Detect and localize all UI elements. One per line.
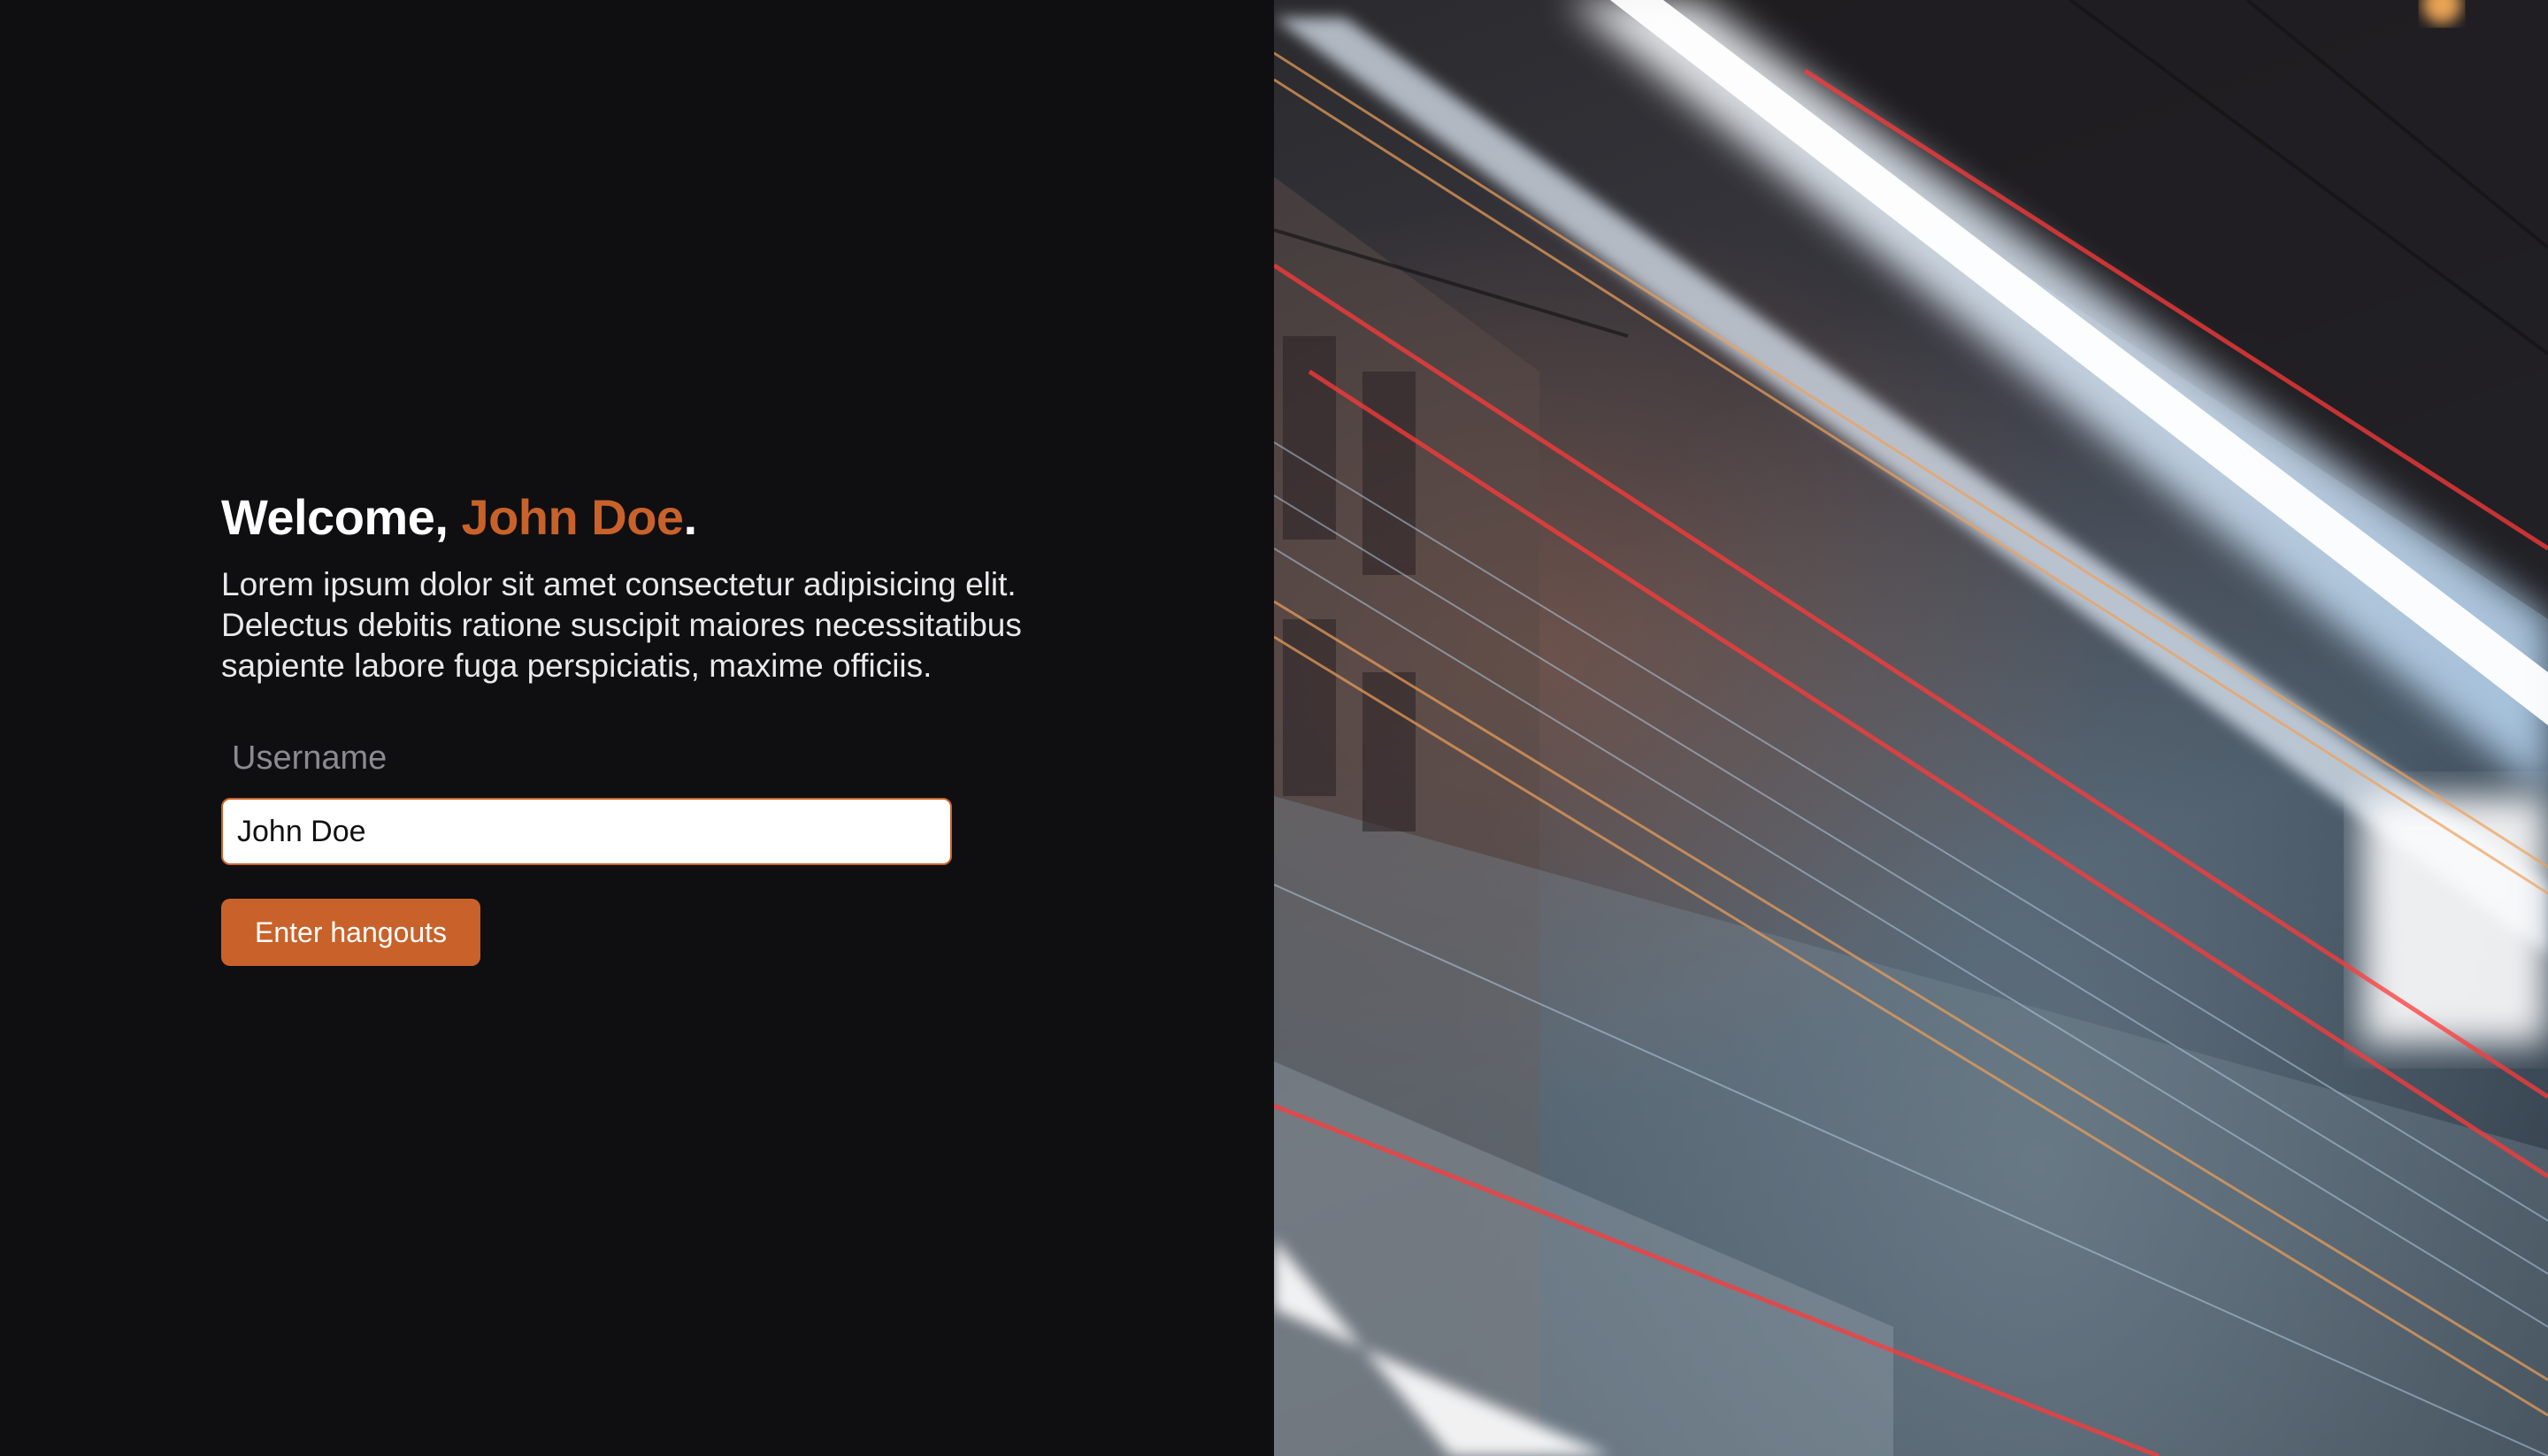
light-trails-image — [1274, 0, 2548, 1456]
login-page: Welcome, John Doe. Lorem ipsum dolor sit… — [0, 0, 2548, 1456]
username-input[interactable] — [221, 798, 952, 865]
login-form: Welcome, John Doe. Lorem ipsum dolor sit… — [221, 487, 1053, 966]
welcome-pane: Welcome, John Doe. Lorem ipsum dolor sit… — [0, 0, 1274, 1456]
welcome-suffix: . — [683, 489, 698, 545]
hero-photo — [1274, 0, 2548, 1456]
enter-hangouts-button[interactable]: Enter hangouts — [221, 899, 481, 966]
username-label: Username — [232, 739, 388, 777]
welcome-heading: Welcome, John Doe. — [221, 487, 1053, 548]
welcome-user-name: John Doe — [461, 489, 684, 545]
intro-paragraph: Lorem ipsum dolor sit amet consectetur a… — [221, 566, 1022, 684]
welcome-prefix: Welcome, — [221, 489, 462, 545]
